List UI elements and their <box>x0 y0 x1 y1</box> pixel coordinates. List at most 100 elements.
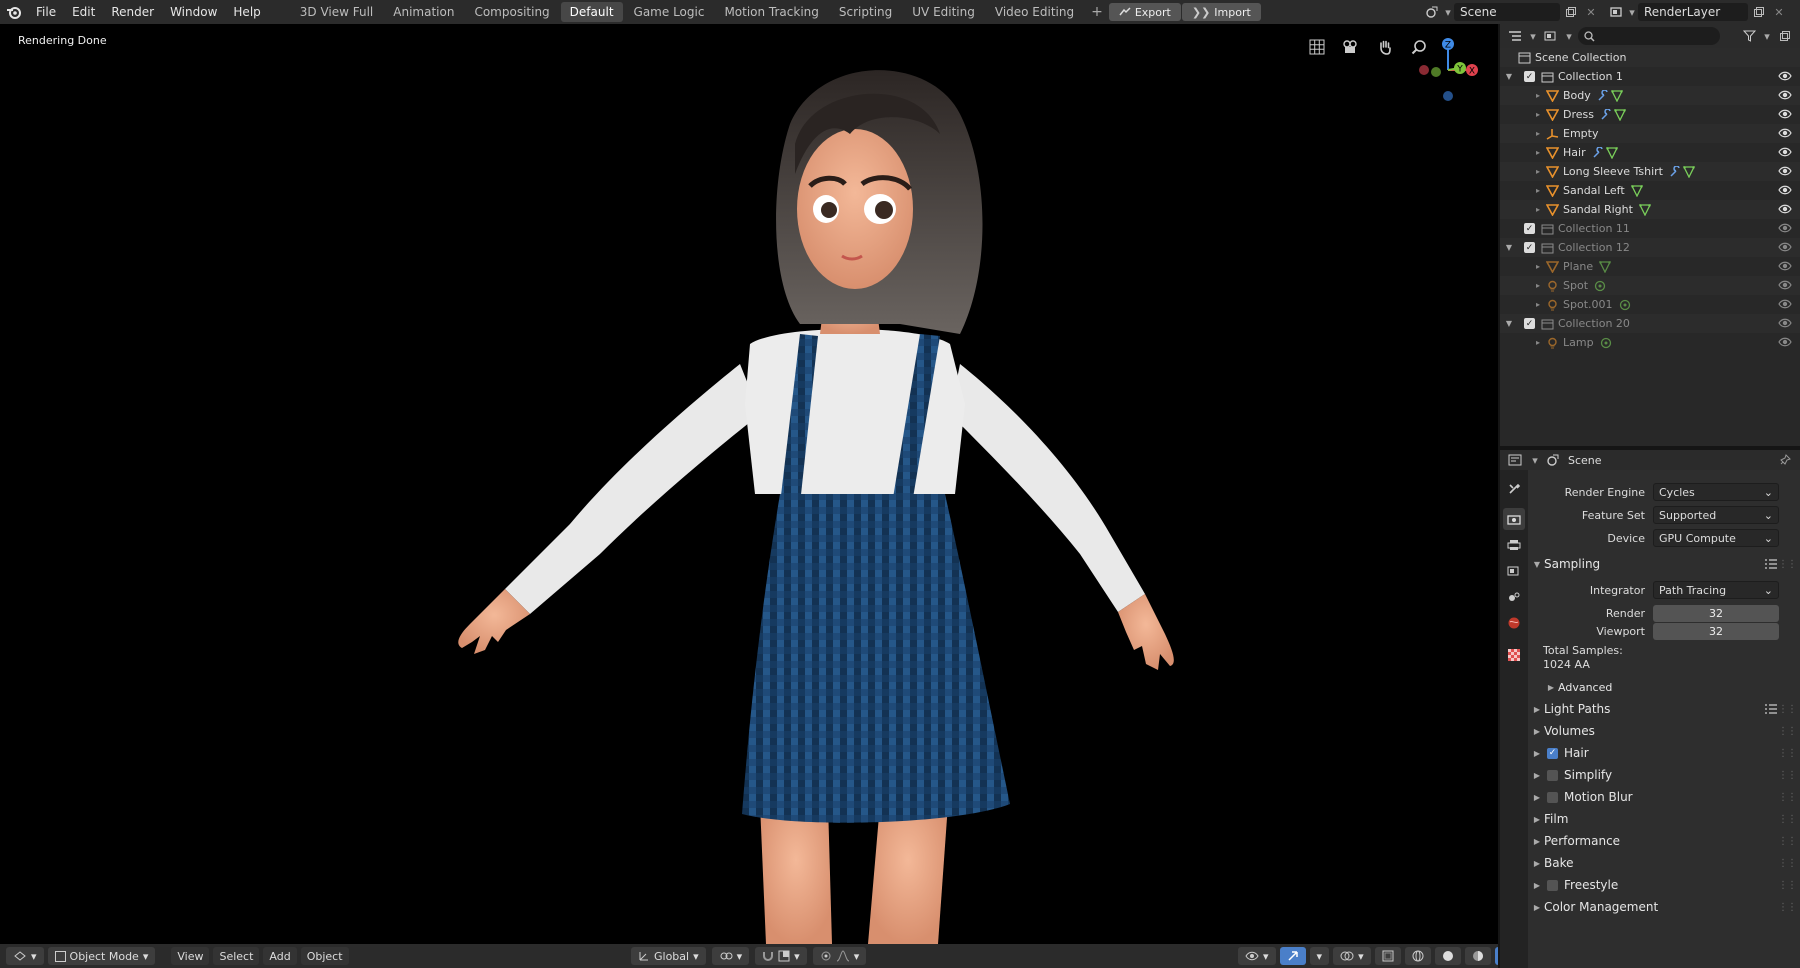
drag-handle-icon[interactable]: ⋮⋮ <box>1778 770 1797 781</box>
eye-icon[interactable] <box>1778 127 1792 139</box>
tab-game-logic[interactable]: Game Logic <box>625 2 714 22</box>
render-engine-dropdown[interactable]: Cycles ⌄ <box>1653 483 1779 501</box>
object-mode-dropdown[interactable]: Object Mode ▾ <box>47 947 156 965</box>
disclosure-triangle-icon[interactable]: ▸ <box>1500 205 1540 214</box>
panel-header-hair[interactable]: ▶ ✓ Hair ⋮⋮ <box>1530 742 1800 764</box>
eye-icon[interactable] <box>1778 70 1792 82</box>
gizmos-toggle[interactable] <box>1279 947 1306 965</box>
menu-file[interactable]: File <box>28 0 64 24</box>
tab-scripting[interactable]: Scripting <box>830 2 901 22</box>
outliner-object-row[interactable]: ▸ Empty <box>1500 124 1800 143</box>
exclude-checkbox[interactable]: ✓ <box>1524 318 1535 329</box>
overlays-toggle[interactable]: ▾ <box>1333 947 1371 965</box>
import-button[interactable]: ❯❯ Import <box>1181 3 1261 21</box>
eye-icon[interactable] <box>1778 317 1792 329</box>
scene-name-field[interactable]: Scene <box>1454 3 1560 21</box>
exclude-checkbox[interactable]: ✓ <box>1524 71 1535 82</box>
gizmos-dropdown[interactable]: ▾ <box>1309 947 1330 965</box>
eye-icon[interactable] <box>1778 260 1792 272</box>
light-data-icon[interactable] <box>1594 280 1606 292</box>
panel-header-motion-blur[interactable]: ▶ Motion Blur ⋮⋮ <box>1530 786 1800 808</box>
tab-animation[interactable]: Animation <box>384 2 463 22</box>
outliner-object-row[interactable]: ▸ Lamp <box>1500 333 1800 352</box>
menu-add[interactable]: Add <box>263 947 297 965</box>
tab-motion-tracking[interactable]: Motion Tracking <box>715 2 827 22</box>
grid-toggle-icon[interactable] <box>1306 36 1328 58</box>
tab-world[interactable] <box>1503 612 1525 634</box>
eye-icon[interactable] <box>1778 241 1792 253</box>
add-workspace-button[interactable]: + <box>1085 4 1109 20</box>
mesh-data-icon[interactable] <box>1605 146 1618 159</box>
delete-layer-icon[interactable]: ✕ <box>1770 3 1788 21</box>
outliner-object-row[interactable]: ▸ Sandal Left <box>1500 181 1800 200</box>
outliner-object-row[interactable]: ▸ Body <box>1500 86 1800 105</box>
pin-icon[interactable] <box>1776 451 1794 469</box>
filter-icon[interactable] <box>1740 27 1758 45</box>
drag-handle-icon[interactable]: ⋮⋮ <box>1778 814 1797 825</box>
properties-editor-icon[interactable] <box>1506 451 1524 469</box>
eye-icon[interactable] <box>1778 336 1792 348</box>
disclosure-triangle-icon[interactable]: ▸ <box>1500 129 1540 138</box>
scene-selector-icon[interactable] <box>1424 3 1442 21</box>
menu-view[interactable]: View <box>171 947 210 965</box>
delete-scene-icon[interactable]: ✕ <box>1582 3 1600 21</box>
camera-view-icon[interactable] <box>1340 36 1362 58</box>
light-data-icon[interactable] <box>1619 299 1631 311</box>
panel-header-simplify[interactable]: ▶ Simplify ⋮⋮ <box>1530 764 1800 786</box>
eye-icon[interactable] <box>1778 108 1792 120</box>
eye-icon[interactable] <box>1778 146 1792 158</box>
modifier-wrench-icon[interactable] <box>1597 89 1609 102</box>
new-scene-icon[interactable] <box>1562 3 1580 21</box>
sampling-panel-header[interactable]: ▼ Sampling ⋮⋮ <box>1530 553 1800 575</box>
presets-list-icon[interactable] <box>1764 558 1778 570</box>
render-samples-field[interactable]: 32 <box>1653 604 1779 622</box>
outliner-object-row[interactable]: ▸ Hair <box>1500 143 1800 162</box>
disclosure-triangle-icon[interactable]: ▸ <box>1500 91 1540 100</box>
pivot-point-dropdown[interactable]: ▾ <box>711 947 750 965</box>
disclosure-triangle-icon[interactable]: ▸ <box>1500 186 1540 195</box>
snap-toggle[interactable]: ▾ <box>755 947 807 965</box>
tab-render[interactable] <box>1503 508 1525 530</box>
outliner-collection-row[interactable]: ▼ ✓ Collection 20 <box>1500 314 1800 333</box>
viewport-samples-field[interactable]: 32 <box>1653 622 1779 640</box>
outliner-object-row[interactable]: ▸ Dress <box>1500 105 1800 124</box>
tab-scene[interactable] <box>1503 586 1525 608</box>
disclosure-triangle-icon[interactable]: ▸ <box>1500 167 1540 176</box>
xray-toggle[interactable] <box>1374 947 1401 965</box>
mesh-data-icon[interactable] <box>1610 89 1623 102</box>
tab-3d-view-full[interactable]: 3D View Full <box>291 2 383 22</box>
mesh-data-icon[interactable] <box>1613 108 1626 121</box>
panel-enable-checkbox[interactable]: ✓ <box>1547 747 1558 759</box>
disclosure-triangle-icon[interactable]: ▸ <box>1500 338 1540 347</box>
exclude-checkbox[interactable]: ✓ <box>1524 223 1535 234</box>
display-mode-icon[interactable] <box>1542 27 1560 45</box>
modifier-wrench-icon[interactable] <box>1669 165 1681 178</box>
panel-enable-checkbox[interactable] <box>1547 769 1558 781</box>
drag-handle-icon[interactable]: ⋮⋮ <box>1778 748 1797 759</box>
tab-compositing[interactable]: Compositing <box>465 2 558 22</box>
outliner-collection-row[interactable]: ▼ ✓ Collection 12 <box>1500 238 1800 257</box>
presets-list-icon[interactable] <box>1764 703 1778 715</box>
disclosure-triangle-icon[interactable]: ▸ <box>1500 300 1540 309</box>
disclosure-triangle-icon[interactable]: ▼ <box>1500 243 1518 252</box>
eye-icon[interactable] <box>1778 298 1792 310</box>
view-layer-icon[interactable] <box>1608 3 1626 21</box>
mesh-data-icon[interactable] <box>1630 184 1643 197</box>
panel-header-performance[interactable]: ▶ Performance ⋮⋮ <box>1530 830 1800 852</box>
pan-hand-icon[interactable] <box>1374 36 1396 58</box>
new-layer-icon[interactable] <box>1750 3 1768 21</box>
menu-render[interactable]: Render <box>103 0 162 24</box>
render-layer-field[interactable]: RenderLayer <box>1638 3 1748 21</box>
menu-help[interactable]: Help <box>225 0 268 24</box>
outliner-object-row[interactable]: ▸ Long Sleeve Tshirt <box>1500 162 1800 181</box>
proportional-edit-toggle[interactable]: ▾ <box>812 947 867 965</box>
menu-edit[interactable]: Edit <box>64 0 103 24</box>
panel-header-bake[interactable]: ▶ Bake ⋮⋮ <box>1530 852 1800 874</box>
eye-icon[interactable] <box>1778 184 1792 196</box>
tab-video-editing[interactable]: Video Editing <box>986 2 1083 22</box>
outliner-object-row[interactable]: ▸ Sandal Right <box>1500 200 1800 219</box>
drag-handle-icon[interactable]: ⋮⋮ <box>1778 559 1797 570</box>
eye-icon[interactable] <box>1778 279 1792 291</box>
modifier-wrench-icon[interactable] <box>1600 108 1612 121</box>
light-data-icon[interactable] <box>1600 337 1612 349</box>
